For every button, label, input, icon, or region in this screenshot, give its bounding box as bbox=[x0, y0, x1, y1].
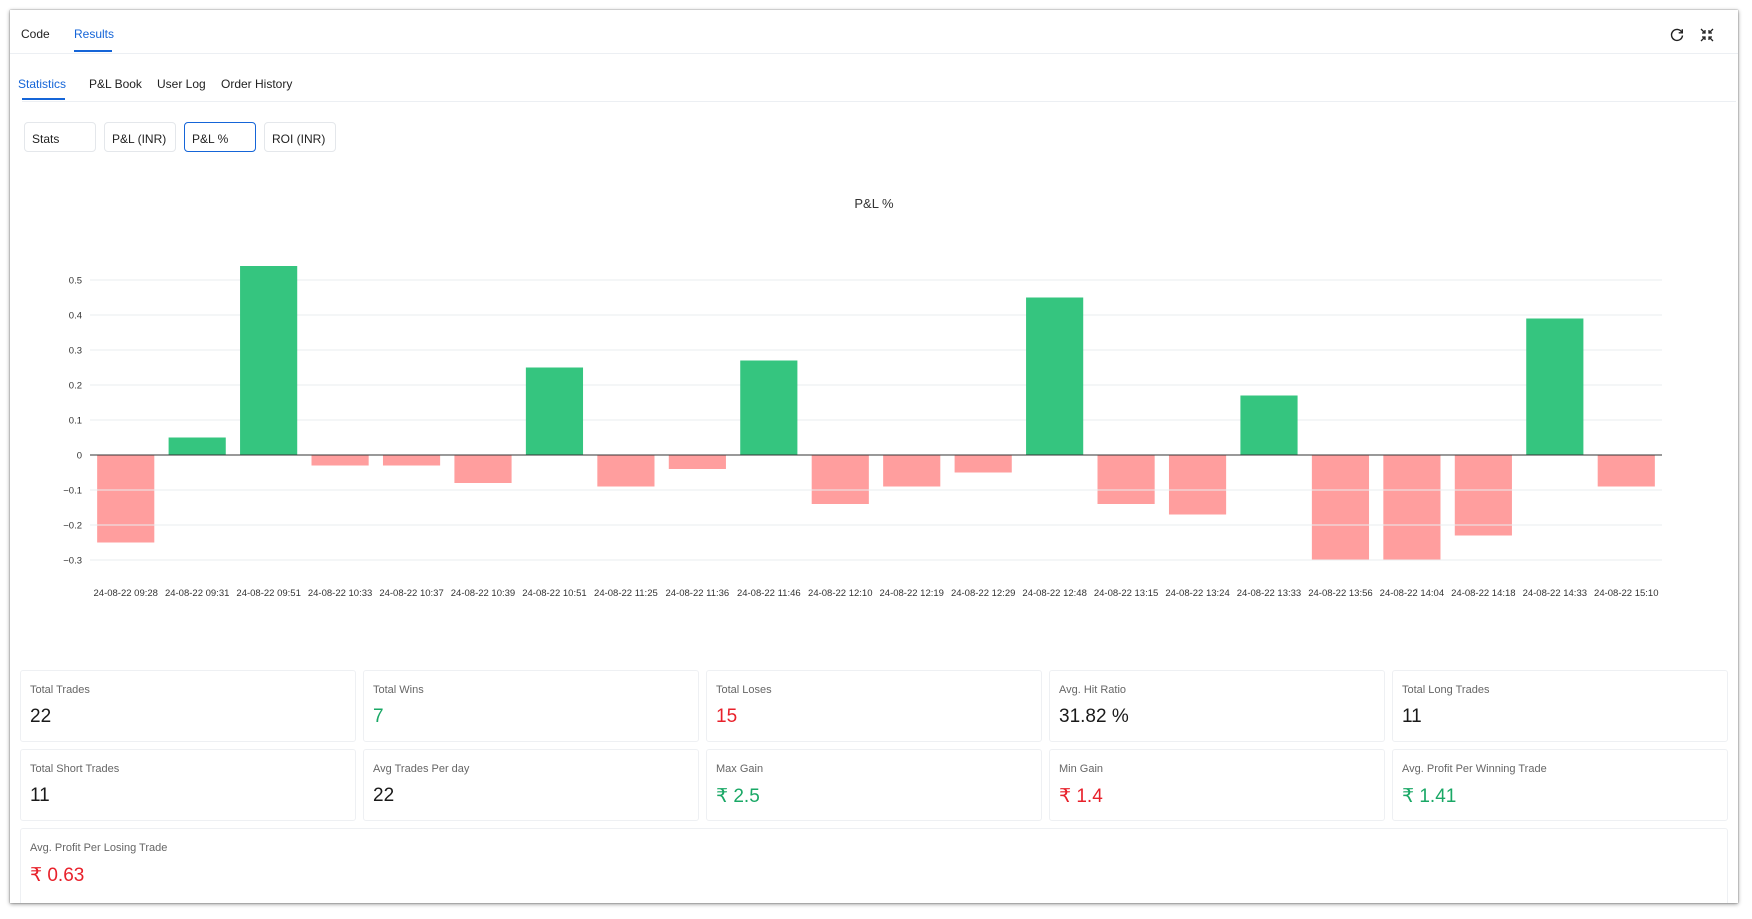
x-tick-label: 24-08-22 12:19 bbox=[880, 588, 944, 599]
x-tick-label: 24-08-22 13:33 bbox=[1237, 588, 1301, 599]
stat-label: Avg. Profit Per Losing Trade bbox=[30, 842, 168, 854]
stat-card: Min Gain ₹ 1.4 bbox=[1049, 749, 1385, 821]
stat-value: 11 bbox=[1402, 706, 1422, 727]
stat-label: Total Long Trades bbox=[1402, 684, 1490, 696]
bar[interactable] bbox=[382, 455, 441, 466]
stat-card: Total Loses 15 bbox=[706, 670, 1042, 742]
x-tick-label: 24-08-22 09:31 bbox=[165, 588, 229, 599]
x-tick-label: 24-08-22 12:29 bbox=[951, 588, 1015, 599]
stat-value: 7 bbox=[373, 706, 384, 727]
stat-label: Max Gain bbox=[716, 763, 764, 775]
x-tick-label: 24-08-22 10:37 bbox=[379, 588, 443, 599]
stat-value: 15 bbox=[716, 706, 738, 727]
bar[interactable] bbox=[1454, 455, 1512, 536]
stat-card: Total Long Trades 11 bbox=[1392, 670, 1728, 742]
bar[interactable] bbox=[240, 266, 298, 455]
x-tick-label: 24-08-22 13:15 bbox=[1094, 588, 1158, 599]
x-tick-label: 24-08-22 11:46 bbox=[737, 588, 801, 599]
y-tick-label: 0 bbox=[77, 451, 82, 462]
x-tick-label: 24-08-22 10:51 bbox=[522, 588, 586, 599]
stat-value: 22 bbox=[30, 706, 52, 727]
stat-value: ₹ 0.63 bbox=[30, 865, 85, 886]
bar[interactable] bbox=[1597, 455, 1655, 487]
y-tick-label: 0.2 bbox=[69, 381, 82, 392]
bar[interactable] bbox=[1526, 318, 1584, 456]
stat-card: Avg. Profit Per Losing Trade ₹ 0.63 bbox=[20, 828, 1728, 903]
bar[interactable] bbox=[1097, 455, 1155, 504]
y-tick-label: 0.3 bbox=[69, 346, 82, 357]
stat-card: Total Wins 7 bbox=[363, 670, 699, 742]
stat-value: ₹ 1.41 bbox=[1402, 786, 1457, 807]
bar[interactable] bbox=[97, 455, 155, 543]
stat-label: Avg. Profit Per Winning Trade bbox=[1402, 763, 1547, 775]
bar[interactable] bbox=[597, 455, 655, 487]
bar[interactable] bbox=[311, 455, 369, 466]
stat-card: Avg. Profit Per Winning Trade ₹ 1.41 bbox=[1392, 749, 1728, 821]
bar[interactable] bbox=[1383, 455, 1441, 560]
stat-card: Avg. Hit Ratio 31.82 % bbox=[1049, 670, 1385, 742]
x-tick-label: 24-08-22 13:24 bbox=[1165, 588, 1229, 599]
stat-value: ₹ 2.5 bbox=[716, 786, 760, 807]
y-tick-label: −0.2 bbox=[63, 521, 82, 532]
stat-card: Total Short Trades 11 bbox=[20, 749, 356, 821]
bar[interactable] bbox=[954, 455, 1012, 473]
bar[interactable] bbox=[811, 455, 869, 504]
x-tick-label: 24-08-22 10:39 bbox=[451, 588, 515, 599]
x-tick-label: 24-08-22 11:36 bbox=[665, 588, 729, 599]
stat-value: ₹ 1.4 bbox=[1059, 786, 1103, 807]
bar[interactable] bbox=[1026, 297, 1084, 456]
bar[interactable] bbox=[1240, 395, 1298, 456]
stat-value: 31.82 % bbox=[1059, 706, 1129, 727]
stat-label: Total Trades bbox=[30, 684, 90, 696]
bar[interactable] bbox=[168, 437, 226, 456]
stat-label: Total Short Trades bbox=[30, 763, 120, 775]
x-tick-label: 24-08-22 14:33 bbox=[1523, 588, 1587, 599]
y-tick-label: −0.1 bbox=[63, 486, 82, 497]
stat-label: Avg. Hit Ratio bbox=[1059, 684, 1127, 696]
y-tick-label: 0.5 bbox=[69, 276, 82, 287]
stat-card: Total Trades 22 bbox=[20, 670, 356, 742]
x-tick-label: 24-08-22 12:10 bbox=[808, 588, 872, 599]
x-tick-label: 24-08-22 13:56 bbox=[1308, 588, 1372, 599]
stat-label: Avg Trades Per day bbox=[373, 763, 470, 775]
bar[interactable] bbox=[668, 455, 726, 469]
x-tick-label: 24-08-22 14:18 bbox=[1451, 588, 1515, 599]
y-tick-label: 0.4 bbox=[69, 311, 82, 322]
bar[interactable] bbox=[740, 360, 798, 456]
x-tick-label: 24-08-22 09:51 bbox=[236, 588, 300, 599]
bar[interactable] bbox=[454, 455, 512, 483]
stat-card: Avg Trades Per day 22 bbox=[363, 749, 699, 821]
stat-value: 11 bbox=[30, 785, 50, 806]
y-tick-label: −0.3 bbox=[63, 556, 82, 567]
x-tick-label: 24-08-22 11:25 bbox=[594, 588, 658, 599]
bar[interactable] bbox=[1311, 455, 1370, 560]
x-tick-label: 24-08-22 10:33 bbox=[308, 588, 372, 599]
results-panel: Code Results Statistics P&L Book User Lo… bbox=[10, 10, 1738, 903]
y-tick-label: 0.1 bbox=[69, 416, 82, 427]
bar[interactable] bbox=[525, 367, 584, 456]
x-tick-label: 24-08-22 15:10 bbox=[1594, 588, 1658, 599]
x-tick-label: 24-08-22 12:48 bbox=[1022, 588, 1086, 599]
bar[interactable] bbox=[883, 455, 941, 487]
x-tick-label: 24-08-22 09:28 bbox=[94, 588, 158, 599]
stat-label: Min Gain bbox=[1059, 763, 1104, 775]
stat-card: Max Gain ₹ 2.5 bbox=[706, 749, 1042, 821]
stat-label: Total Loses bbox=[716, 684, 772, 696]
x-tick-label: 24-08-22 14:04 bbox=[1380, 588, 1444, 599]
stat-label: Total Wins bbox=[373, 684, 424, 696]
bar[interactable] bbox=[1168, 455, 1227, 515]
stat-value: 22 bbox=[373, 785, 395, 806]
pl-percent-chart: 0.5 0.4 0.3 0.2 0.1 0 −0.1 −0.2 −0.3 24-08-22 09:… bbox=[63, 266, 1662, 599]
